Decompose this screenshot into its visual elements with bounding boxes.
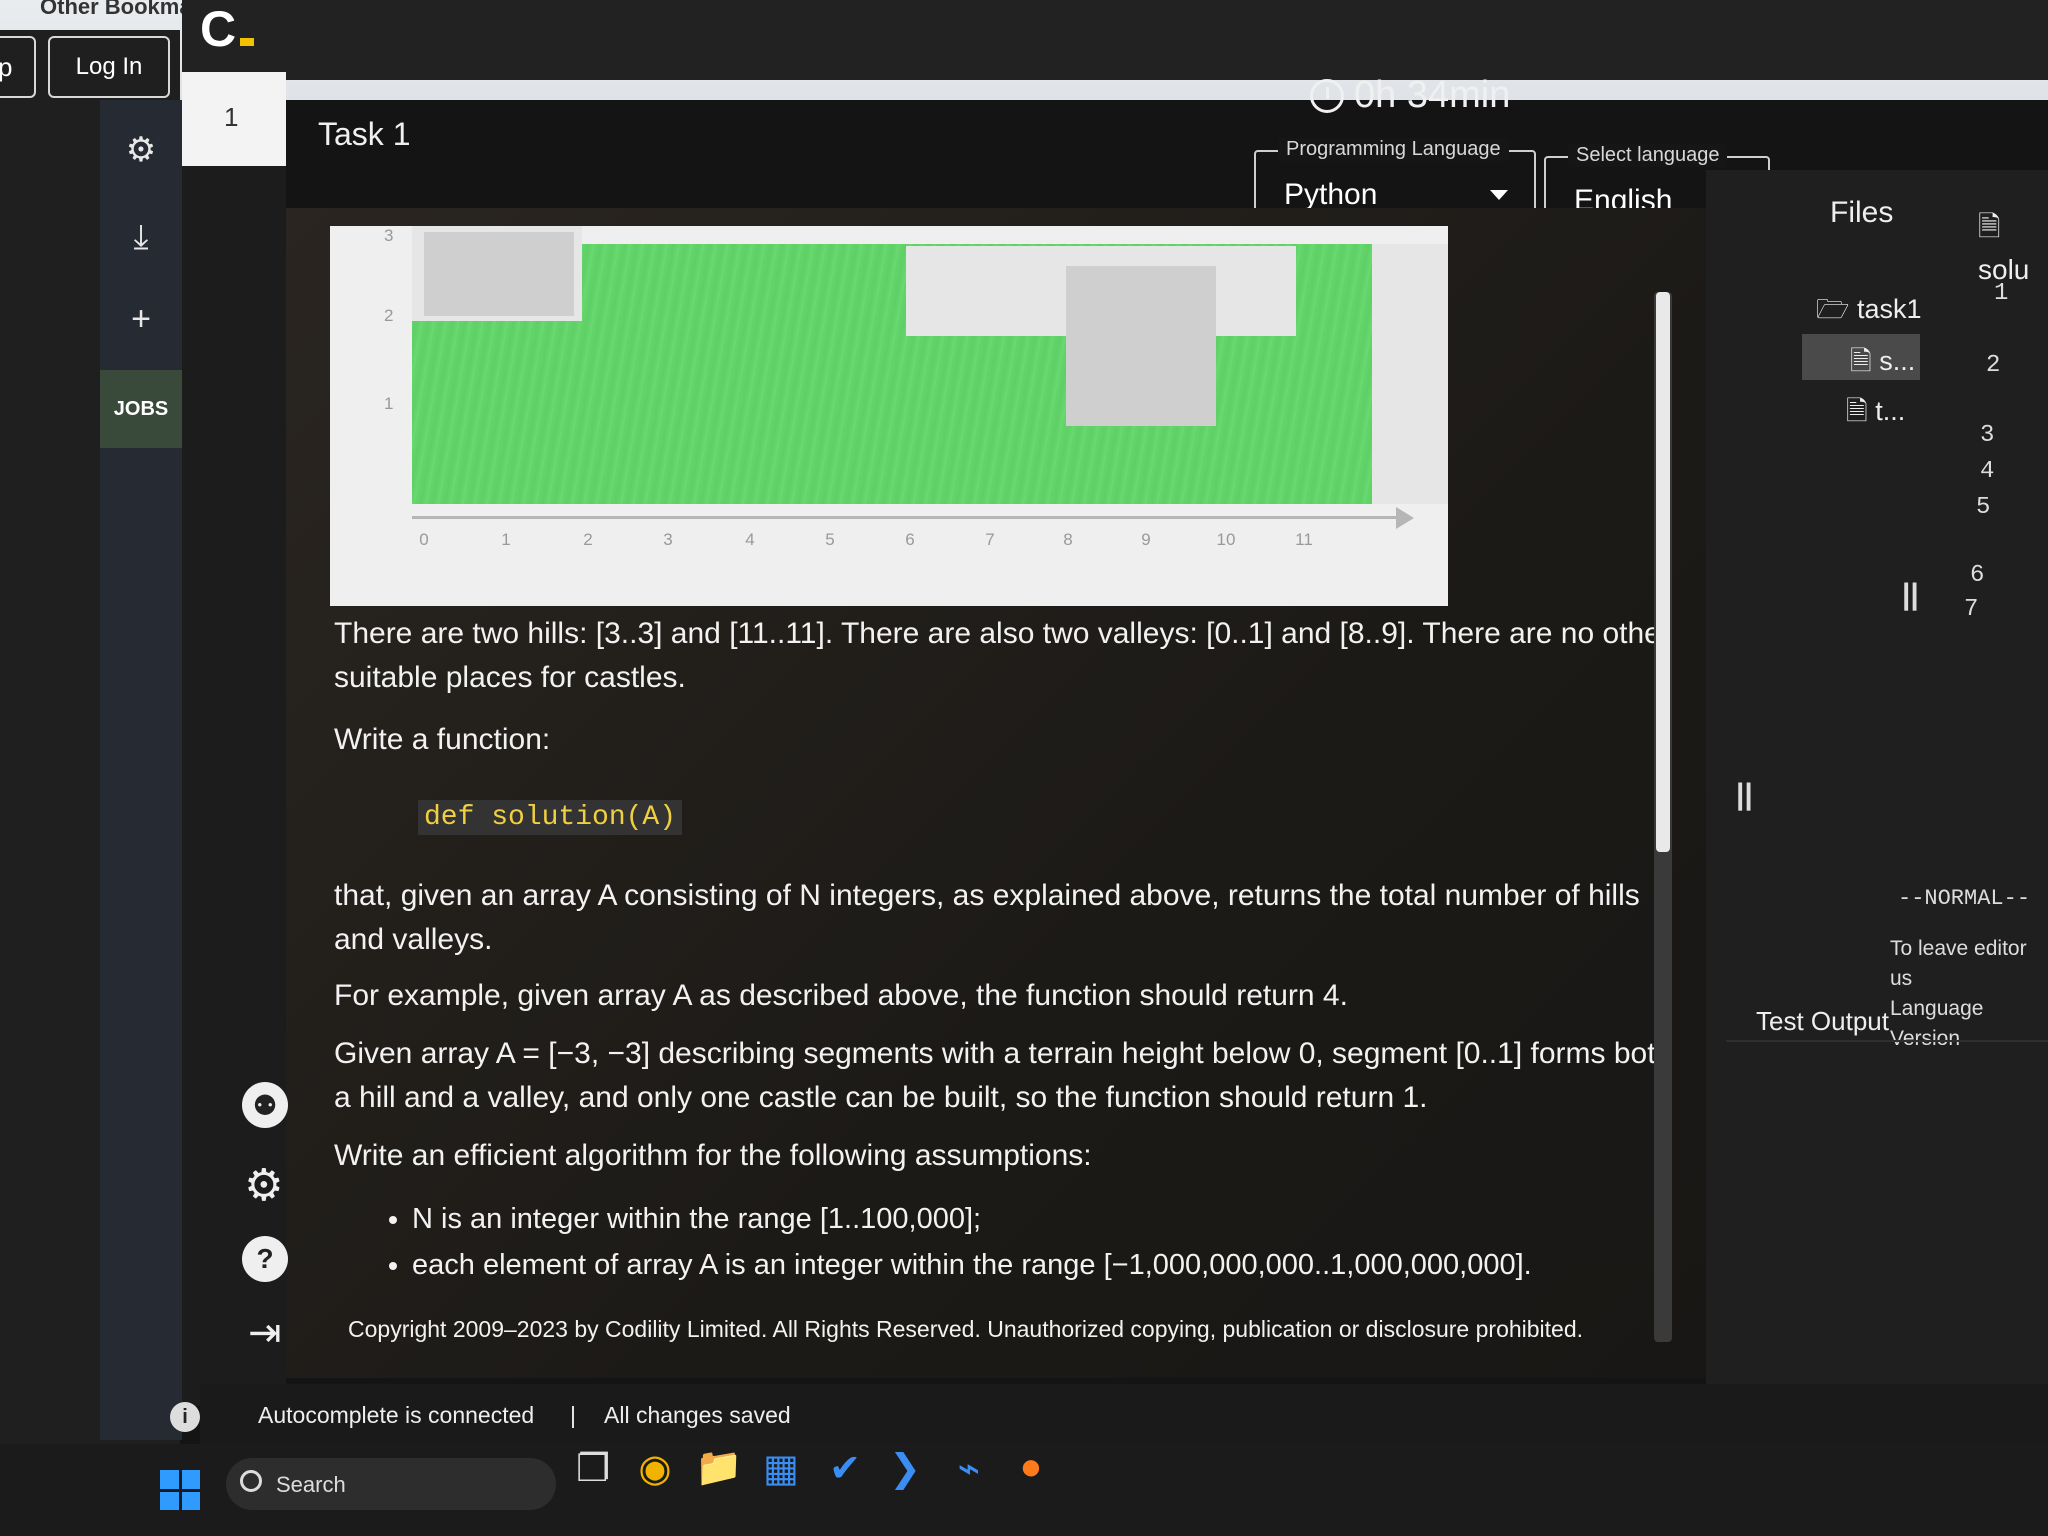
file-label: s... [1879, 346, 1916, 376]
file-solution[interactable]: 🗎 s... [1850, 342, 1915, 388]
line-number: 2 [1986, 352, 2001, 379]
y-tick: 1 [384, 394, 394, 413]
plus-icon[interactable]: + [100, 300, 182, 339]
download-icon[interactable]: ⤓ [100, 218, 182, 257]
line-number: 7 [1964, 596, 1979, 623]
programming-language-legend: Programming Language [1278, 138, 1509, 161]
status-bar: Autocomplete is connected | All changes … [200, 1384, 2048, 1444]
programming-language-value: Python [1284, 178, 1378, 211]
taskbar-search[interactable]: Search [226, 1458, 556, 1510]
description-paragraph: For example, given array A as described … [334, 979, 1348, 1012]
description-paragraph: Write a function: [334, 723, 551, 756]
clock-icon [1310, 78, 1344, 113]
status-separator: | [570, 1402, 576, 1428]
x-tick: 7 [985, 530, 995, 549]
description-paragraph: that, given an array A consisting of N i… [334, 879, 1640, 956]
windows-start-icon[interactable] [160, 1470, 200, 1510]
x-tick: 6 [905, 530, 915, 549]
nav-column: ⚙ ⤓ + JOBS [100, 100, 182, 1440]
save-status: All changes saved [604, 1402, 791, 1428]
x-tick: 11 [1295, 530, 1313, 549]
accessibility-icon[interactable]: ⚉ [242, 1082, 288, 1128]
app-header [182, 0, 2048, 80]
description-scrollbar[interactable] [1654, 292, 1672, 1342]
line-number: 6 [1970, 562, 1985, 589]
logo-letter: C [200, 1, 237, 57]
panel-resize-handle[interactable]: || [1902, 578, 1919, 612]
chrome-icon[interactable]: ◉ [630, 1446, 680, 1496]
language-legend: Select language [1568, 144, 1728, 167]
x-tick: 9 [1141, 530, 1151, 549]
list-item: N is an integer within the range [1..100… [412, 1196, 1652, 1242]
signup-button[interactable]: p [0, 36, 36, 98]
assumptions-list: N is an integer within the range [1..100… [412, 1196, 1652, 1288]
search-icon [240, 1470, 262, 1492]
line-number: 1 [1994, 280, 2009, 307]
settings-gear-icon[interactable]: ⚙ [244, 1160, 283, 1211]
x-tick: 4 [745, 530, 755, 549]
x-tick: 10 [1216, 530, 1236, 549]
file-explorer-icon[interactable]: 📁 [694, 1446, 744, 1496]
info-icon[interactable]: i [170, 1402, 200, 1432]
task-tab-number[interactable]: 1 [182, 72, 286, 166]
description-paragraph: There are two hills: [3..3] and [11..11]… [334, 617, 1671, 694]
todo-icon[interactable]: ✔ [820, 1446, 870, 1496]
help-icon[interactable]: ? [242, 1236, 288, 1282]
line-number: 4 [1980, 458, 1995, 485]
codility-logo: C [200, 0, 255, 58]
x-axis-arrow [1396, 507, 1414, 529]
description-paragraph: Given array A = [−3, −3] describing segm… [334, 1037, 1673, 1114]
panel-resize-handle[interactable]: || [1736, 778, 1753, 812]
gear-icon[interactable]: ⚙ [100, 130, 182, 170]
file-test[interactable]: 🗎 t... [1846, 392, 1905, 438]
chevron-down-icon [1490, 190, 1508, 200]
x-tick: 5 [825, 530, 835, 549]
calendar-icon[interactable]: ▦ [756, 1446, 806, 1496]
task-title: Task 1 [318, 116, 411, 152]
vscode-icon[interactable]: ⌁ [944, 1446, 994, 1496]
line-number: 3 [1980, 422, 1995, 449]
x-tick: 2 [583, 530, 593, 549]
search-label: Search [276, 1472, 346, 1497]
editor-hint-line: To leave editor us [1890, 937, 2027, 990]
x-axis [412, 516, 1402, 519]
folder-task1[interactable]: 🗁 task1 [1816, 290, 1922, 336]
castle-left [424, 232, 574, 316]
list-item: each element of array A is an integer wi… [412, 1242, 1652, 1288]
editor-tab[interactable]: 🗎 solu [1978, 206, 2048, 286]
timer: 0h 34min [1310, 74, 1510, 117]
divider [1726, 1040, 2048, 1042]
logo-cursor [240, 38, 255, 46]
firefox-icon[interactable]: ● [1006, 1446, 1056, 1496]
autocomplete-status: Autocomplete is connected [258, 1402, 535, 1428]
test-output-title: Test Output [1756, 1006, 1889, 1036]
copyright: Copyright 2009–2023 by Codility Limited.… [348, 1316, 1584, 1342]
terrain-illustration: 0 1 2 3 4 5 6 7 8 9 10 11 1 2 3 [330, 226, 1448, 606]
editor-hint-line: Language Version [1890, 997, 1984, 1050]
scrollbar-thumb[interactable] [1656, 292, 1670, 852]
description-paragraph: Write an efficient algorithm for the fol… [334, 1139, 1092, 1172]
x-tick: 0 [419, 530, 429, 549]
function-signature: def solution(A) [418, 800, 683, 835]
terrain-block [1372, 244, 1448, 504]
files-title: Files [1830, 196, 1894, 229]
powershell-icon[interactable]: ❯ [880, 1446, 930, 1496]
x-tick: 8 [1063, 530, 1073, 549]
folder-label: task1 [1856, 294, 1922, 324]
line-number: 5 [1976, 494, 1991, 521]
task-view-icon[interactable]: ❐ [568, 1446, 618, 1496]
login-button[interactable]: Log In [48, 36, 170, 98]
exit-icon[interactable]: ⇥ [248, 1310, 282, 1356]
task-strip [182, 166, 286, 1406]
y-tick: 2 [384, 306, 394, 325]
editor-hint: To leave editor us Language Version [1890, 934, 2048, 1054]
timer-value: 0h 34min [1354, 74, 1511, 116]
vim-mode: --NORMAL-- [1898, 886, 2031, 911]
jobs-nav-item[interactable]: JOBS [100, 370, 182, 448]
x-tick: 1 [501, 530, 511, 549]
file-label: t... [1875, 396, 1906, 426]
y-tick: 3 [384, 226, 394, 245]
castle-right [1066, 266, 1216, 426]
x-tick: 3 [663, 530, 673, 549]
